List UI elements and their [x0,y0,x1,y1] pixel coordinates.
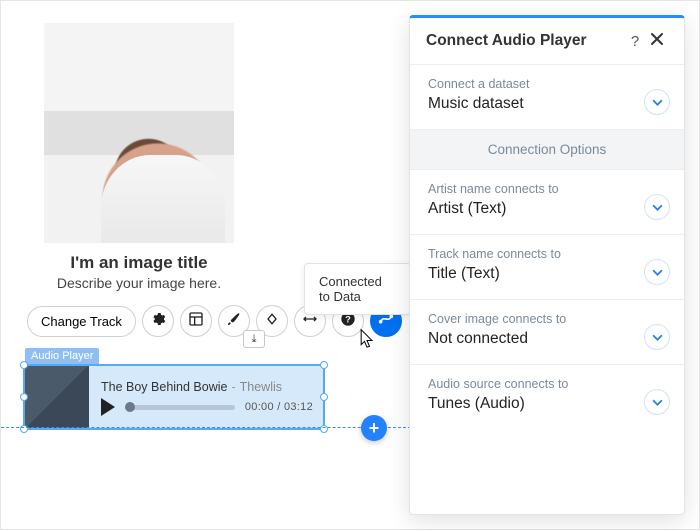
expand-button[interactable] [644,194,670,220]
connection-options-header: Connection Options [410,130,684,170]
image-description: Describe your image here. [33,275,245,291]
resize-handle[interactable] [320,393,328,401]
expand-button[interactable] [644,389,670,415]
expand-button[interactable] [644,89,670,115]
gear-icon [150,311,166,331]
field-value: Artist (Text) [428,200,632,218]
field-label: Audio source connects to [428,377,632,391]
layout-button[interactable] [180,305,212,337]
panel-title: Connect Audio Player [426,32,624,50]
audio-player-element[interactable]: Audio Player ⤓ The Boy Behind Bowie - Th… [23,346,325,430]
element-type-tag: Audio Player [25,348,99,364]
track-artist: Thewlis [240,380,282,394]
resize-handle[interactable] [20,361,28,369]
download-button[interactable]: ⤓ [243,330,265,348]
connect-data-tooltip: Connected to Data [304,263,411,315]
field-label: Cover image connects to [428,312,632,326]
close-icon [650,32,664,46]
chevron-down-icon [652,97,663,108]
section-guide-line [1,427,411,428]
track-info: The Boy Behind Bowie - Thewlis 00:00 / 0… [89,366,323,428]
cover-photo[interactable] [44,23,234,243]
field-label: Connect a dataset [428,77,632,91]
track-title: The Boy Behind Bowie [101,380,227,394]
field-value: Music dataset [428,95,632,113]
expand-button[interactable] [644,324,670,350]
dataset-select[interactable]: Connect a dataset Music dataset [410,65,684,130]
cover-field-select[interactable]: Cover image connects to Not connected [410,300,684,365]
add-section-button[interactable]: + [361,415,387,441]
track-cover-image [25,366,89,428]
field-label: Artist name connects to [428,182,632,196]
animation-icon [264,311,280,331]
chevron-down-icon [652,267,663,278]
field-value: Tunes (Audio) [428,395,632,413]
resize-handle[interactable] [20,393,28,401]
chevron-down-icon [652,332,663,343]
field-label: Track name connects to [428,247,632,261]
expand-button[interactable] [644,259,670,285]
plus-icon: + [369,418,380,439]
svg-text:?: ? [345,314,351,324]
chevron-down-icon [652,202,663,213]
image-title: I'm an image title [33,253,245,273]
track-field-select[interactable]: Track name connects to Title (Text) [410,235,684,300]
field-value: Not connected [428,330,632,348]
settings-button[interactable] [142,305,174,337]
download-icon: ⤓ [252,333,257,346]
progress-handle[interactable] [125,402,135,412]
panel-help-button[interactable]: ? [624,33,646,50]
change-track-button[interactable]: Change Track [27,306,136,337]
play-button[interactable] [101,398,115,416]
resize-handle[interactable] [320,361,328,369]
brush-icon [226,311,242,331]
editor-canvas: I'm an image title Describe your image h… [1,1,411,531]
artist-field-select[interactable]: Artist name connects to Artist (Text) [410,170,684,235]
image-block: I'm an image title Describe your image h… [33,23,245,291]
time-display: 00:00 / 03:12 [245,401,313,413]
panel-close-button[interactable] [646,32,668,50]
source-field-select[interactable]: Audio source connects to Tunes (Audio) [410,365,684,429]
connect-panel: Connect Audio Player ? Connect a dataset… [409,15,685,515]
progress-bar[interactable] [125,405,235,410]
layout-icon [188,311,204,331]
field-value: Title (Text) [428,265,632,283]
chevron-down-icon [652,397,663,408]
separator: - [231,380,235,394]
